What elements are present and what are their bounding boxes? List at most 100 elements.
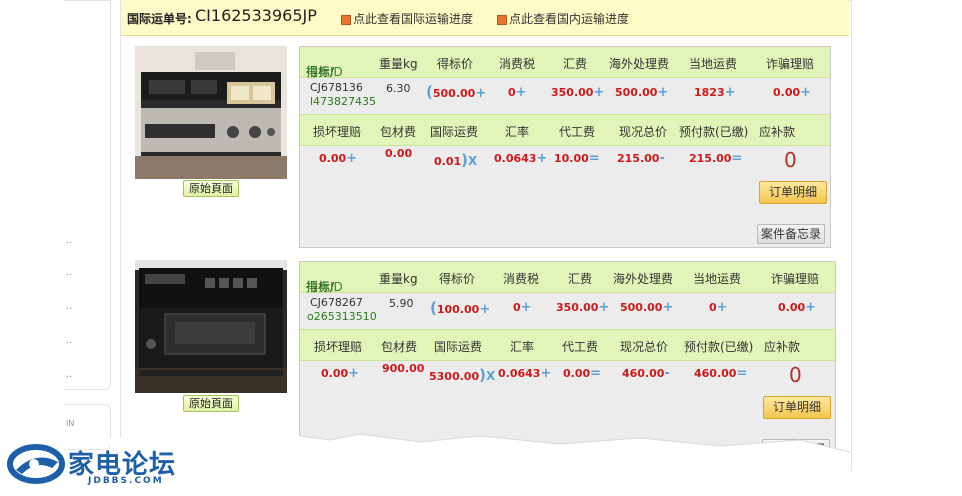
intl-value-text: 5300.00	[429, 370, 480, 383]
fx-value: 350.00+	[556, 300, 610, 315]
col-due: 应补款	[764, 340, 801, 354]
total-value: 460.00-	[622, 366, 670, 381]
agent-value-text: 0.00	[563, 367, 591, 380]
left-dot: ..	[66, 267, 73, 278]
order-id: CJ678136	[310, 81, 363, 94]
left-dot: ..	[66, 235, 73, 246]
overseas-value: 500.00+	[620, 300, 674, 315]
forum-logo-icon	[7, 444, 65, 484]
fx-value: 350.00+	[551, 85, 605, 100]
price-value-text: 500.00	[432, 87, 476, 100]
domestic-tracking-link[interactable]: 点此查看国内运输进度	[497, 10, 629, 27]
damage-value-text: 0.00	[319, 152, 347, 165]
col-auction-id-b: 拍卖ID	[306, 280, 343, 294]
amplifier-photo	[135, 46, 287, 179]
order-panel: 得标/拍卖ID 重量kg 得标价 消费税 汇费 海外处理费 当地运费 诈骗理赔 …	[299, 46, 831, 248]
left-panel: .. .. .. .. ..	[64, 0, 111, 390]
price-value: (500.00+	[426, 83, 487, 101]
original-page-button[interactable]: 原始頁面	[183, 180, 239, 197]
auction-id-cell: CJ678136 l473827435	[310, 81, 376, 109]
tax-value: 0+	[508, 85, 527, 100]
auction-id-link[interactable]: l473827435	[310, 95, 376, 109]
product-thumbnail[interactable]	[135, 260, 287, 393]
weight-value: 6.30	[386, 82, 411, 95]
order-id: CJ678267	[310, 296, 363, 309]
watermark-subtitle: JDBBS.COM	[88, 476, 164, 486]
col-price: 得标价	[437, 57, 474, 71]
prepaid-value-text: 215.00	[689, 152, 732, 165]
col-intl: 国际运费	[430, 125, 479, 139]
order-detail-button[interactable]: 订单明细	[759, 181, 827, 204]
fx-value-text: 350.00	[551, 86, 594, 99]
damage-value: 0.00+	[321, 366, 360, 381]
intl-value: 5300.00)X	[429, 366, 496, 384]
damage-value: 0.00+	[319, 151, 358, 166]
left-dot: ..	[66, 369, 73, 380]
case-memo-button[interactable]: 案件备忘录	[757, 224, 825, 244]
due-value: 0	[784, 148, 797, 172]
tax-value: 0+	[513, 300, 532, 315]
left-dot: ..	[66, 335, 73, 346]
col-weight: 重量kg	[379, 57, 418, 71]
fraud-value-text: 0.00	[773, 86, 801, 99]
col-overseas: 海外处理费	[613, 272, 674, 286]
col-weight: 重量kg	[379, 272, 418, 286]
col-due: 应补款	[759, 125, 796, 139]
intl-value: 0.01)X	[434, 151, 478, 169]
rate-value: 0.0643+	[494, 151, 548, 166]
col-total: 现况总价	[619, 125, 668, 139]
col-tax: 消费税	[503, 272, 540, 286]
col-pack: 包材费	[380, 125, 417, 139]
rate-value: 0.0643+	[498, 366, 552, 381]
col-agent: 代工费	[559, 125, 596, 139]
price-value: (100.00+	[430, 299, 491, 317]
col-price: 得标价	[439, 272, 476, 286]
intl-tracking-link[interactable]: 点此查看国际运输进度	[341, 10, 473, 27]
col-fx: 汇费	[563, 57, 588, 71]
auction-id-link[interactable]: o265313510	[307, 310, 377, 324]
total-value-text: 460.00	[622, 367, 665, 380]
col-intl: 国际运费	[434, 340, 483, 354]
cost-header-row: 得标/拍卖ID 重量kg 得标价 消费税 汇费 海外处理费 当地运费 诈骗理赔	[300, 47, 830, 79]
col-local: 当地运费	[693, 272, 742, 286]
col-fraud: 诈骗理赔	[771, 272, 820, 286]
intl-value-text: 0.01	[434, 155, 462, 168]
local-value: 1823+	[694, 85, 736, 100]
agent-value: 0.00=	[563, 366, 602, 381]
fx-value-text: 350.00	[556, 301, 599, 314]
prepaid-value: 460.00=	[694, 366, 748, 381]
cost-header-row-2: 损坏理赔 包材费 国际运费 汇率 代工费 现况总价 预付款(已缴) 应补款	[300, 114, 830, 146]
col-prepaid: 预付款(已缴)	[679, 125, 749, 139]
col-local: 当地运费	[689, 57, 738, 71]
price-value-text: 100.00	[436, 303, 480, 316]
tracking-header: 国际运单号: CI162533965JP 点此查看国际运输进度 点此查看国内运输…	[121, 0, 849, 36]
prepaid-value: 215.00=	[689, 151, 743, 166]
col-fx: 汇费	[568, 272, 593, 286]
pack-value: 900.00	[382, 362, 425, 375]
local-value-text: 1823	[694, 86, 725, 99]
tax-value-text: 0	[508, 86, 516, 99]
col-rate: 汇率	[505, 125, 530, 139]
agent-value-text: 10.00	[554, 152, 589, 165]
col-agent: 代工费	[562, 340, 599, 354]
col-tax: 消费税	[499, 57, 536, 71]
col-total: 现况总价	[620, 340, 669, 354]
auction-id-cell: CJ678267 o265313510	[307, 296, 377, 324]
col-auction-id-b: 拍卖ID	[306, 65, 343, 79]
domestic-tracking-link-text: 点此查看国内运输进度	[509, 12, 630, 26]
total-value: 215.00-	[617, 151, 665, 166]
watermark-logo: 家电论坛 JDBBS.COM	[6, 440, 186, 492]
col-pack: 包材费	[381, 340, 418, 354]
fraud-value: 0.00+	[778, 300, 817, 315]
damage-value-text: 0.00	[321, 367, 349, 380]
tax-value-text: 0	[513, 301, 521, 314]
col-overseas: 海外处理费	[609, 57, 670, 71]
order-detail-button[interactable]: 订单明细	[763, 396, 831, 419]
local-value: 0+	[709, 300, 728, 315]
local-value-text: 0	[709, 301, 717, 314]
original-page-button[interactable]: 原始頁面	[183, 395, 239, 412]
rate-value-text: 0.0643	[494, 152, 537, 165]
product-thumbnail[interactable]	[135, 46, 287, 179]
agent-value: 10.00=	[554, 151, 600, 166]
cassette-deck-photo	[135, 260, 287, 393]
